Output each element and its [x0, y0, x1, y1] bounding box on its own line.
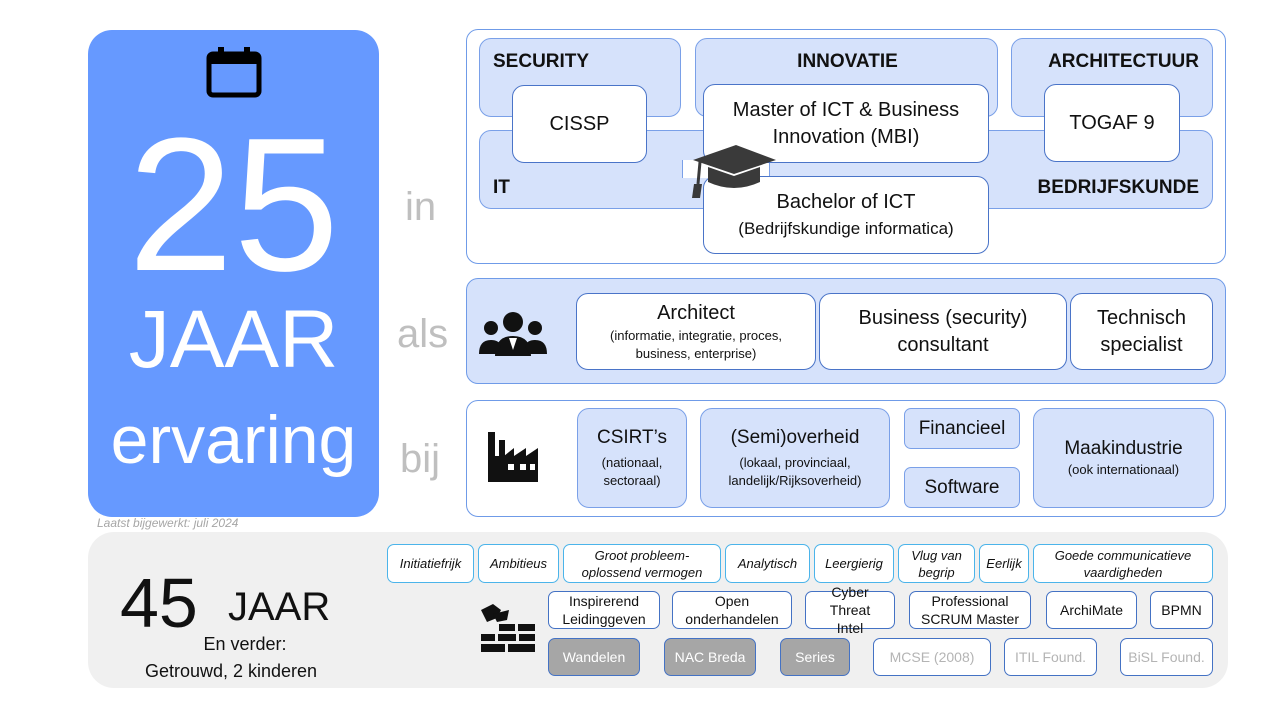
graduation-cap-icon: [692, 145, 776, 198]
years-unit: JAAR: [128, 294, 339, 385]
hobby: NAC Breda: [664, 638, 756, 676]
sector-maakindustrie: Maakindustrie (ook internationaal): [1033, 408, 1214, 508]
trait: Vlug van begrip: [898, 544, 975, 583]
personal-line1: En verder:: [203, 634, 287, 654]
years-number: 25: [127, 99, 340, 311]
connector-als: als: [397, 312, 449, 356]
role-architect: Architect (informatie, integratie, proce…: [576, 293, 816, 370]
trait: Eerlijk: [979, 544, 1029, 583]
age-unit: JAAR: [228, 585, 331, 629]
trait: Initiatiefrijk: [387, 544, 474, 583]
hobby: Series: [780, 638, 850, 676]
calendar-icon: [206, 47, 262, 98]
connector-bij: bij: [400, 437, 441, 481]
skill: Inspirerend Leidinggeven: [548, 591, 660, 629]
old-cert: ITIL Found.: [1004, 638, 1097, 676]
sector-software: Software: [904, 467, 1020, 508]
hands-bricks-icon: [481, 604, 535, 652]
connector-in: in: [405, 185, 437, 229]
trait: Analytisch: [725, 544, 810, 583]
factory-icon: [488, 432, 538, 482]
trait: Ambitieus: [478, 544, 559, 583]
experience-card: 25 JAAR ervaring: [88, 30, 379, 517]
skill: Open onderhandelen: [672, 591, 792, 629]
age-number: 45: [120, 564, 198, 642]
sector-financieel: Financieel: [904, 408, 1020, 449]
role-business-consultant: Business (security) consultant: [819, 293, 1067, 370]
personal-line2: Getrouwd, 2 kinderen: [144, 661, 318, 681]
role-technisch-specialist: Technisch specialist: [1070, 293, 1213, 370]
skill: Cyber Threat Intel: [805, 584, 895, 636]
sector-semioverheid: (Semi)overheid (lokaal, provinciaal, lan…: [700, 408, 890, 508]
old-cert: MCSE (2008): [873, 638, 991, 676]
hobby: Wandelen: [548, 638, 640, 676]
cert-cissp: CISSP: [512, 85, 647, 163]
last-updated: Laatst bijgewerkt: juli 2024: [97, 516, 239, 530]
people-icon: [479, 312, 547, 356]
sector-csirt: CSIRT’s (nationaal, sectoraal): [577, 408, 687, 508]
old-cert: BiSL Found.: [1120, 638, 1213, 676]
skill: Professional SCRUM Master: [909, 591, 1031, 629]
cert-togaf: TOGAF 9: [1044, 84, 1180, 162]
trait: Groot probleem-oplossend vermogen: [563, 544, 721, 583]
skill: ArchiMate: [1046, 591, 1137, 629]
experience-label: ervaring: [110, 402, 357, 478]
skill: BPMN: [1150, 591, 1213, 629]
trait: Goede communicatieve vaardigheden: [1033, 544, 1213, 583]
trait: Leergierig: [814, 544, 894, 583]
